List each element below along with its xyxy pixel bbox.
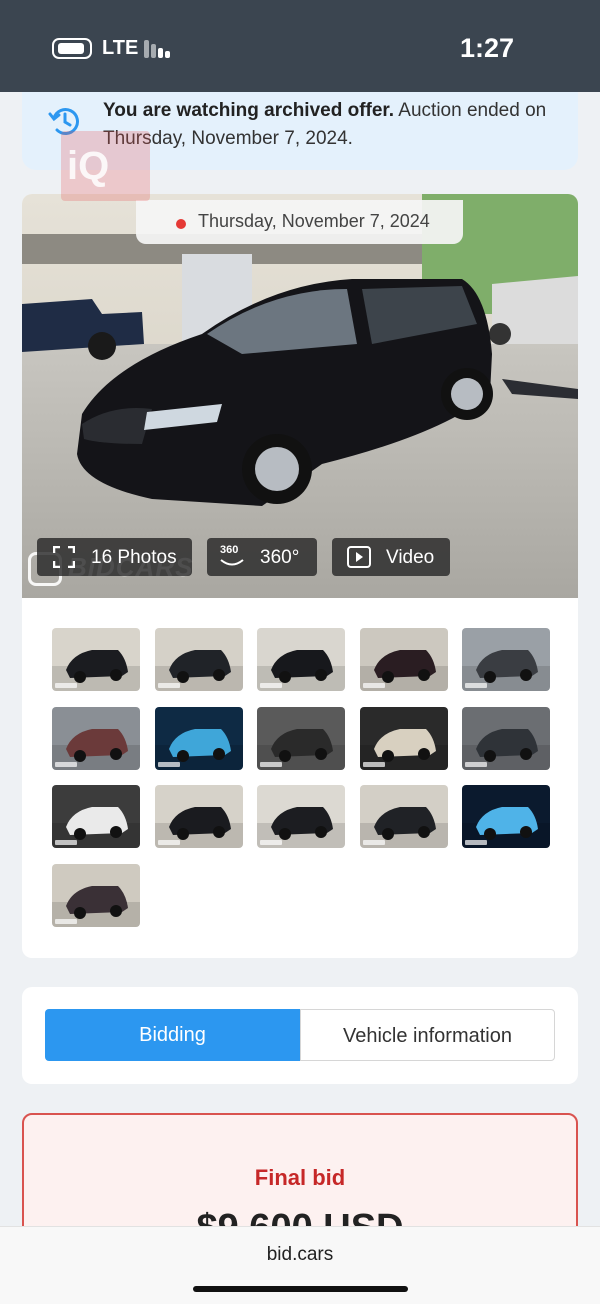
banner-text: You are watching archived offer. Auction… bbox=[103, 97, 563, 153]
photo-thumbnail[interactable] bbox=[257, 706, 345, 770]
photo-thumbnail[interactable] bbox=[257, 628, 345, 691]
signal-icon bbox=[144, 40, 176, 58]
video-play-icon bbox=[347, 546, 371, 568]
auction-date-chip: Thursday, November 7, 2024 bbox=[136, 200, 463, 244]
photo-thumbnail[interactable] bbox=[154, 785, 243, 848]
photo-thumbnail[interactable] bbox=[359, 706, 448, 770]
browser-bar: bid.cars bbox=[0, 1226, 600, 1304]
video-button[interactable]: Video bbox=[332, 538, 450, 576]
photos-label: 16 Photos bbox=[91, 547, 177, 568]
iq-watermark: iQ bbox=[61, 131, 150, 201]
status-bar: LTE 1:27 bbox=[0, 0, 600, 92]
banner-title: You are watching archived offer. bbox=[103, 100, 395, 121]
photo-thumbnail[interactable] bbox=[462, 628, 550, 691]
status-time: 1:27 bbox=[459, 33, 514, 63]
photo-thumbnail[interactable] bbox=[52, 628, 140, 691]
view-360-label: 360° bbox=[260, 547, 300, 568]
tabs-card: Bidding Vehicle information bbox=[22, 987, 578, 1084]
home-indicator[interactable] bbox=[193, 1286, 408, 1292]
main-vehicle-photo[interactable]: Thursday, November 7, 2024 BIDCARS 16 Ph… bbox=[22, 194, 578, 598]
photo-thumbnail[interactable] bbox=[154, 706, 243, 770]
photo-thumbnail[interactable] bbox=[462, 785, 550, 848]
video-label: Video bbox=[386, 547, 435, 568]
photo-thumbnail[interactable] bbox=[359, 785, 448, 848]
photo-thumbnail[interactable] bbox=[154, 628, 243, 691]
view-360-button[interactable]: 360 360° bbox=[207, 538, 317, 576]
auction-date: Thursday, November 7, 2024 bbox=[198, 211, 430, 231]
photo-thumbnail[interactable] bbox=[257, 785, 345, 848]
photo-thumbnail[interactable] bbox=[52, 706, 140, 770]
photo-thumbnail[interactable] bbox=[52, 785, 140, 848]
network-type: LTE bbox=[102, 37, 139, 59]
photo-thumbnail[interactable] bbox=[462, 706, 550, 770]
360-icon: 360 bbox=[220, 544, 239, 556]
tab-vehicle-information[interactable]: Vehicle information bbox=[300, 1009, 555, 1061]
photos-button[interactable]: 16 Photos bbox=[37, 538, 192, 576]
fullscreen-icon bbox=[53, 546, 75, 568]
gallery-card: Thursday, November 7, 2024 BIDCARS 16 Ph… bbox=[22, 194, 578, 958]
address-bar[interactable]: bid.cars bbox=[0, 1244, 600, 1266]
tab-bidding[interactable]: Bidding bbox=[45, 1009, 300, 1061]
live-dot-icon bbox=[176, 219, 186, 229]
battery-icon bbox=[52, 38, 92, 59]
photo-thumbnail[interactable] bbox=[52, 863, 140, 927]
photo-thumbnail[interactable] bbox=[359, 628, 448, 691]
final-bid-label: Final bid bbox=[254, 1165, 346, 1190]
